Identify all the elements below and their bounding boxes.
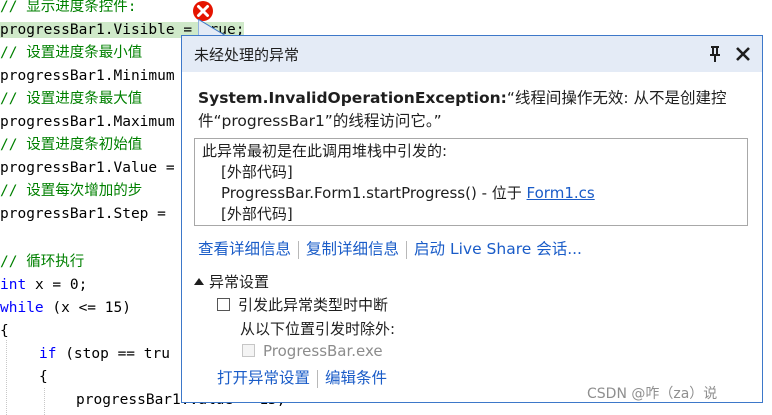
code-line: // 设置每次增加的步 — [0, 183, 143, 199]
code-line: progressBar1.Value = — [0, 160, 175, 176]
keyword-int: int — [0, 277, 27, 293]
code-line: // 显示进度条控件: — [0, 0, 137, 15]
popup-title: 未经处理的异常 — [194, 46, 300, 64]
call-stack-header: 此异常最初是在此调用堆栈中引发的: — [202, 142, 448, 160]
code-line: { — [0, 323, 9, 339]
watermark: CSDN @咋（za）说 — [587, 386, 718, 402]
exception-message: System.InvalidOperationException:“线程间操作无… — [198, 87, 748, 133]
code-line: progressBar1.Maximum — [0, 114, 175, 130]
code-text: (stop == tru — [65, 346, 170, 362]
keyword-while: while — [0, 300, 44, 316]
keyword-if: if — [39, 346, 57, 362]
code-line: // 设置进度条最大值 — [0, 91, 143, 107]
call-stack-external: [外部代码] — [221, 205, 293, 223]
indent-guide — [44, 388, 45, 415]
code-text: x = 0; — [34, 277, 88, 293]
view-details-link[interactable]: 查看详细信息 — [198, 240, 291, 258]
code-line: while (x <= 15) — [0, 297, 131, 320]
open-exception-settings-link[interactable]: 打开异常设置 — [217, 369, 310, 387]
code-line: progressBar1.Minimum — [0, 68, 175, 84]
code-line: int x = 0; — [0, 274, 87, 297]
copy-details-link[interactable]: 复制详细信息 — [306, 240, 399, 258]
pin-icon[interactable] — [708, 45, 722, 63]
separator — [298, 240, 300, 259]
code-line: // 循环执行 — [0, 254, 85, 270]
exception-popup: 未经处理的异常 System.InvalidOperationException… — [181, 35, 763, 403]
exception-settings-toggle[interactable]: 异常设置 — [194, 271, 269, 292]
actions-row: 查看详细信息 复制详细信息 启动 Live Share 会话... — [198, 237, 582, 259]
close-icon[interactable] — [734, 45, 752, 63]
except-source-checkbox — [242, 344, 255, 357]
code-text: (x <= 15) — [43, 300, 131, 316]
bottom-links: 打开异常设置 编辑条件 — [217, 366, 387, 388]
exception-type: System.InvalidOperationException: — [198, 89, 507, 107]
exception-settings-label: 异常设置 — [209, 273, 270, 291]
edit-conditions-link[interactable]: 编辑条件 — [325, 369, 387, 387]
call-stack-frame: ProgressBar.Form1.startProgress() - 位于 F… — [221, 183, 595, 203]
code-line: // 设置进度条初始值 — [0, 137, 143, 153]
call-stack-external: [外部代码] — [221, 163, 293, 181]
call-stack-box: 此异常最初是在此调用堆栈中引发的: [外部代码] ProgressBar.For… — [194, 138, 748, 226]
source-file-link[interactable]: Form1.cs — [527, 184, 595, 202]
separator — [406, 240, 408, 259]
separator — [317, 369, 319, 388]
code-line: // 设置进度条最小值 — [0, 45, 143, 61]
popup-header: 未经处理的异常 — [182, 36, 762, 72]
break-when-thrown-row[interactable]: 引发此异常类型时中断 — [217, 294, 388, 315]
collapse-triangle-icon — [194, 278, 204, 285]
code-line: if (stop == tru — [39, 343, 170, 366]
except-source-row: ProgressBar.exe — [242, 342, 383, 360]
indent-guide — [6, 340, 7, 415]
live-share-link[interactable]: 启动 Live Share 会话... — [414, 240, 582, 258]
break-when-thrown-label: 引发此异常类型时中断 — [238, 296, 389, 314]
except-source-label: ProgressBar.exe — [263, 342, 383, 360]
code-line: { — [39, 369, 48, 385]
call-stack-frame-text: ProgressBar.Form1.startProgress() - 位于 — [221, 184, 527, 202]
break-when-thrown-checkbox[interactable] — [217, 298, 230, 311]
except-from-label: 从以下位置引发时除外: — [240, 320, 396, 338]
code-line: progressBar1.Step = — [0, 206, 166, 222]
